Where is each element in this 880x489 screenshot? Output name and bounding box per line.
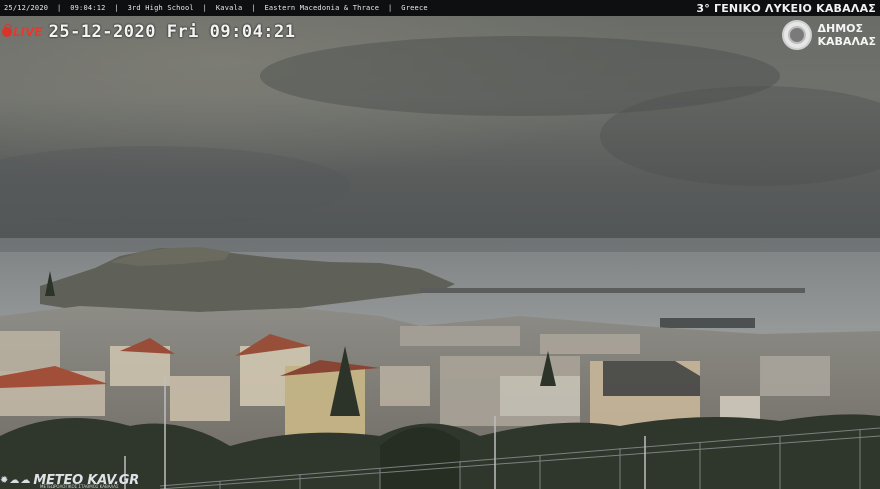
municipality-logo: ΔΗΜΟΣ ΚΑΒΑΛΑΣ — [781, 20, 876, 50]
camera-info-text: 25/12/2020 | 09:04:12 | 3rd High School … — [4, 4, 428, 12]
school-title: 3° ΓΕΝΙΚΟ ΛΥΚΕΙΟ ΚΑΒΑΛΑΣ — [696, 1, 876, 15]
cloud-icon-2: ☁ — [20, 475, 31, 486]
live-indicator: LIVE — [2, 25, 43, 39]
overlay-datetime: 25-12-2020 Fri 09:04:21 — [48, 22, 296, 42]
webcam-landscape-image — [0, 16, 880, 489]
meteo-watermark: ✹ ☁ ☁ METEO KAV.GR ΜΕΤΕΩΡΟΛΟΓΙΚΟΣ ΣΤΑΘΜΟ… — [0, 473, 139, 489]
municipality-seal-icon — [781, 20, 812, 50]
sun-icon: ✹ — [0, 475, 9, 486]
webcam-frame: 25/12/2020 | 09:04:12 | 3rd High School … — [0, 0, 880, 489]
cloud-icon: ☁ — [9, 475, 20, 486]
municipality-line1: ΔΗΜΟΣ — [817, 22, 864, 35]
meteo-tagline: ΜΕΤΕΩΡΟΛΟΓΙΚΟΣ ΣΤΑΘΜΟΣ ΚΑΒΑΛΑΣ — [40, 484, 119, 489]
live-label: LIVE — [13, 25, 43, 39]
live-dot-icon — [2, 27, 12, 37]
weather-icons: ✹ ☁ ☁ — [0, 475, 31, 486]
timestamp-overlay: LIVE 25-12-2020 Fri 09:04:21 — [2, 22, 296, 42]
info-bar: 25/12/2020 | 09:04:12 | 3rd High School … — [0, 0, 880, 16]
municipality-line2: ΚΑΒΑΛΑΣ — [817, 35, 876, 48]
